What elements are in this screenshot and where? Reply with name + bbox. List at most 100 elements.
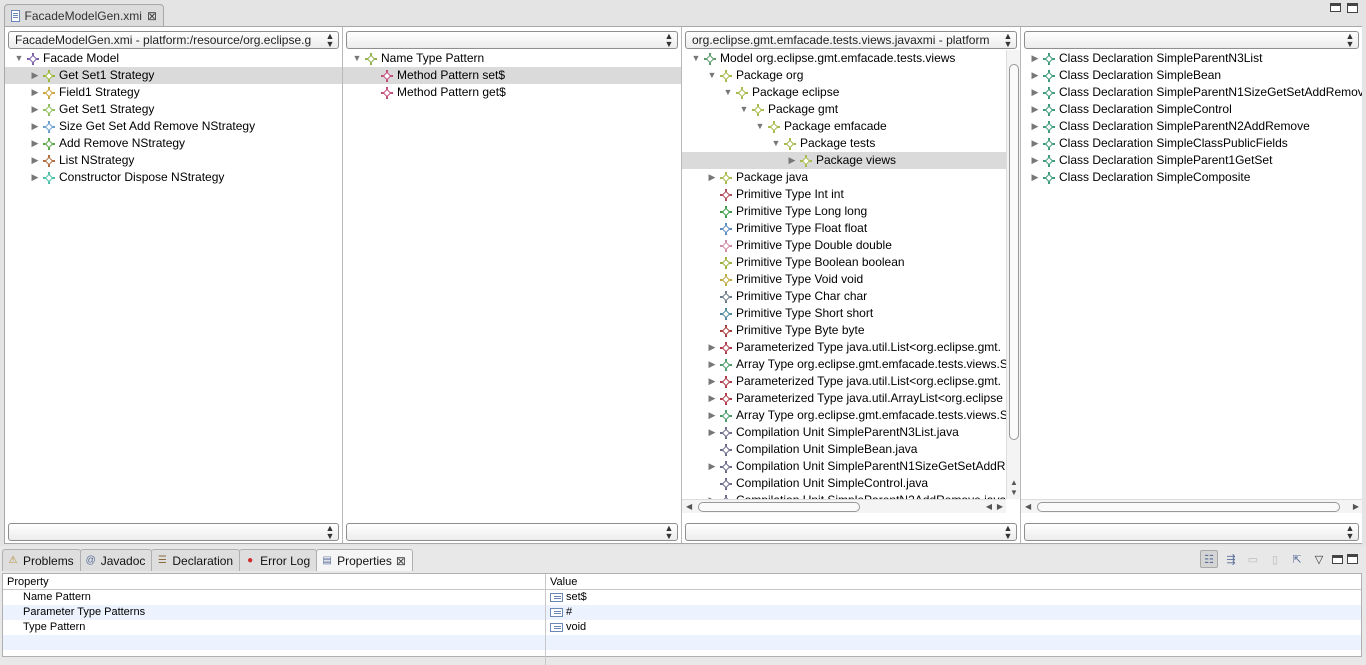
maximize-icon[interactable] <box>1347 3 1358 13</box>
expand-arrow-icon[interactable]: ▶ <box>29 101 41 118</box>
table-row[interactable]: Type Pattern void <box>3 620 1361 635</box>
tree-item[interactable]: ▶ Get Set1 Strategy <box>5 101 342 118</box>
tree-item[interactable]: ▼ Package emfacade <box>682 118 1006 135</box>
class-declarations-bottom-combo[interactable]: ▲ ▼ <box>1024 523 1359 541</box>
tree-item[interactable]: Primitive Type Long long <box>682 203 1006 220</box>
tree-item[interactable]: Primitive Type Double double <box>682 237 1006 254</box>
minimize-icon[interactable] <box>1330 3 1341 12</box>
tree-item[interactable]: ▶ Parameterized Type java.util.ArrayList<… <box>682 390 1006 407</box>
expand-arrow-icon[interactable]: ▶ <box>1029 67 1041 84</box>
collapse-arrow-icon[interactable]: ▼ <box>13 50 25 67</box>
tree-item[interactable]: ▼ Facade Model <box>5 50 342 67</box>
tree-item[interactable]: ▶ Class Declaration SimpleClassPublicFiel… <box>1021 135 1362 152</box>
expand-arrow-icon[interactable]: ▶ <box>706 339 718 356</box>
tree-item[interactable]: ▶ Array Type org.eclipse.gmt.emfacade.tes… <box>682 407 1006 424</box>
maximize-icon[interactable] <box>1347 554 1358 564</box>
scroll-down-icon[interactable]: ▼ <box>1010 488 1018 497</box>
tree-item[interactable]: ▶ Package views <box>682 152 1006 169</box>
collapse-arrow-icon[interactable]: ▼ <box>690 50 702 67</box>
expand-arrow-icon[interactable]: ▶ <box>1029 118 1041 135</box>
tree-item[interactable]: ▼ Package tests <box>682 135 1006 152</box>
tree-item[interactable]: Method Pattern set$ <box>343 67 681 84</box>
expand-arrow-icon[interactable]: ▶ <box>706 424 718 441</box>
tab-properties[interactable]: ▤ Properties ⊠ <box>316 549 413 571</box>
tree-item[interactable]: ▶ Compilation Unit SimpleParentN2AddRemov… <box>682 492 1006 499</box>
property-value[interactable]: # <box>546 605 572 620</box>
property-value[interactable]: void <box>546 620 586 635</box>
tree-item[interactable]: ▶ Array Type org.eclipse.gmt.emfacade.tes… <box>682 356 1006 373</box>
table-row[interactable]: Parameter Type Patterns # <box>3 605 1361 620</box>
class-declarations-horizontal-scrollbar[interactable]: ◀ ▶ <box>1021 499 1362 513</box>
tree-item[interactable]: Compilation Unit SimpleControl.java <box>682 475 1006 492</box>
tree-item[interactable]: ▼ Package eclipse <box>682 84 1006 101</box>
show-categories-icon[interactable]: ☷ <box>1200 550 1218 568</box>
tree-item[interactable]: ▶ Class Declaration SimpleParentN2AddRemo… <box>1021 118 1362 135</box>
scroll-right-icon[interactable]: ▶ <box>997 502 1003 511</box>
tree-item[interactable]: Primitive Type Void void <box>682 271 1006 288</box>
tree-item[interactable]: ▶ Class Declaration SimpleParentN1SizeGet… <box>1021 84 1362 101</box>
tree-item[interactable]: Primitive Type Short short <box>682 305 1006 322</box>
collapse-arrow-icon[interactable]: ▼ <box>706 67 718 84</box>
tree-item[interactable]: Primitive Type Byte byte <box>682 322 1006 339</box>
expand-arrow-icon[interactable]: ▶ <box>1029 135 1041 152</box>
tree-item[interactable]: ▼ Model org.eclipse.gmt.emfacade.tests.vi… <box>682 50 1006 67</box>
tab-error-log[interactable]: ● Error Log <box>239 549 318 571</box>
tree-item[interactable]: ▶ Class Declaration SimpleComposite <box>1021 169 1362 186</box>
collapse-arrow-icon[interactable]: ▼ <box>351 50 363 67</box>
facade-model-bottom-combo[interactable]: ▲ ▼ <box>8 523 339 541</box>
tree-item[interactable]: Primitive Type Boolean boolean <box>682 254 1006 271</box>
view-menu-icon[interactable]: ▽ <box>1310 550 1328 568</box>
horizontal-scroll-thumb[interactable] <box>698 502 860 512</box>
expand-arrow-icon[interactable]: ▶ <box>1029 101 1041 118</box>
java-model-horizontal-scrollbar[interactable]: ◀ ◀ ▶ <box>682 499 1006 513</box>
table-row[interactable]: Name Pattern set$ <box>3 590 1361 605</box>
java-model-bottom-combo[interactable]: ▲ ▼ <box>685 523 1017 541</box>
tree-item[interactable]: ▶ Size Get Set Add Remove NStrategy <box>5 118 342 135</box>
expand-arrow-icon[interactable]: ▶ <box>706 373 718 390</box>
value-column-header[interactable]: Value <box>546 574 581 589</box>
tree-item[interactable]: ▼ Name Type Pattern <box>343 50 681 67</box>
tab-javadoc[interactable]: @ Javadoc <box>79 549 153 571</box>
tab-declaration[interactable]: ☰ Declaration <box>151 549 241 571</box>
tree-item[interactable]: Primitive Type Int int <box>682 186 1006 203</box>
pin-icon[interactable]: ⇱ <box>1288 550 1306 568</box>
filter-icon[interactable]: ▯ <box>1266 550 1284 568</box>
expand-arrow-icon[interactable]: ▶ <box>1029 50 1041 67</box>
expand-arrow-icon[interactable]: ▶ <box>29 169 41 186</box>
minimize-icon[interactable] <box>1332 554 1343 564</box>
collapse-arrow-icon[interactable]: ▼ <box>722 84 734 101</box>
expand-arrow-icon[interactable]: ▶ <box>706 407 718 424</box>
collapse-arrow-icon[interactable]: ▼ <box>770 135 782 152</box>
tree-item[interactable]: Primitive Type Char char <box>682 288 1006 305</box>
tree-item[interactable]: ▶ Class Declaration SimpleControl <box>1021 101 1362 118</box>
expand-arrow-icon[interactable]: ▶ <box>1029 152 1041 169</box>
expand-arrow-icon[interactable]: ▶ <box>706 492 718 499</box>
java-model-combo[interactable]: org.eclipse.gmt.emfacade.tests.views.jav… <box>685 31 1017 49</box>
expand-arrow-icon[interactable]: ▶ <box>29 152 41 169</box>
horizontal-scroll-thumb[interactable] <box>1037 502 1340 512</box>
scroll-left-icon[interactable]: ◀ <box>686 502 692 511</box>
tree-item[interactable]: ▶ Parameterized Type java.util.List<org.e… <box>682 339 1006 356</box>
patterns-combo[interactable]: ▲ ▼ <box>346 31 678 49</box>
tree-item[interactable]: ▼ Package gmt <box>682 101 1006 118</box>
tree-item[interactable]: ▶ Field1 Strategy <box>5 84 342 101</box>
tree-item[interactable]: ▼ Package org <box>682 67 1006 84</box>
expand-arrow-icon[interactable]: ▶ <box>1029 169 1041 186</box>
expand-arrow-icon[interactable]: ▶ <box>706 169 718 186</box>
expand-arrow-icon[interactable]: ▶ <box>706 356 718 373</box>
scroll-right-icon[interactable]: ▶ <box>1353 502 1359 511</box>
java-model-vertical-scrollbar[interactable]: ▲ ▼ <box>1006 50 1020 499</box>
expand-arrow-icon[interactable]: ▶ <box>706 458 718 475</box>
tree-item[interactable]: ▶ Add Remove NStrategy <box>5 135 342 152</box>
show-advanced-icon[interactable]: ⇶ <box>1222 550 1240 568</box>
tree-item[interactable]: ▶ Constructor Dispose NStrategy <box>5 169 342 186</box>
restore-default-icon[interactable]: ▭ <box>1244 550 1262 568</box>
expand-arrow-icon[interactable]: ▶ <box>29 84 41 101</box>
tree-item[interactable]: ▶ Class Declaration SimpleParentN3List <box>1021 50 1362 67</box>
tree-item[interactable]: Method Pattern get$ <box>343 84 681 101</box>
class-declarations-combo[interactable]: ▲ ▼ <box>1024 31 1359 49</box>
scroll-left-icon[interactable]: ◀ <box>1025 502 1031 511</box>
tree-item[interactable]: ▶ Package java <box>682 169 1006 186</box>
patterns-bottom-combo[interactable]: ▲ ▼ <box>346 523 678 541</box>
expand-arrow-icon[interactable]: ▶ <box>29 67 41 84</box>
